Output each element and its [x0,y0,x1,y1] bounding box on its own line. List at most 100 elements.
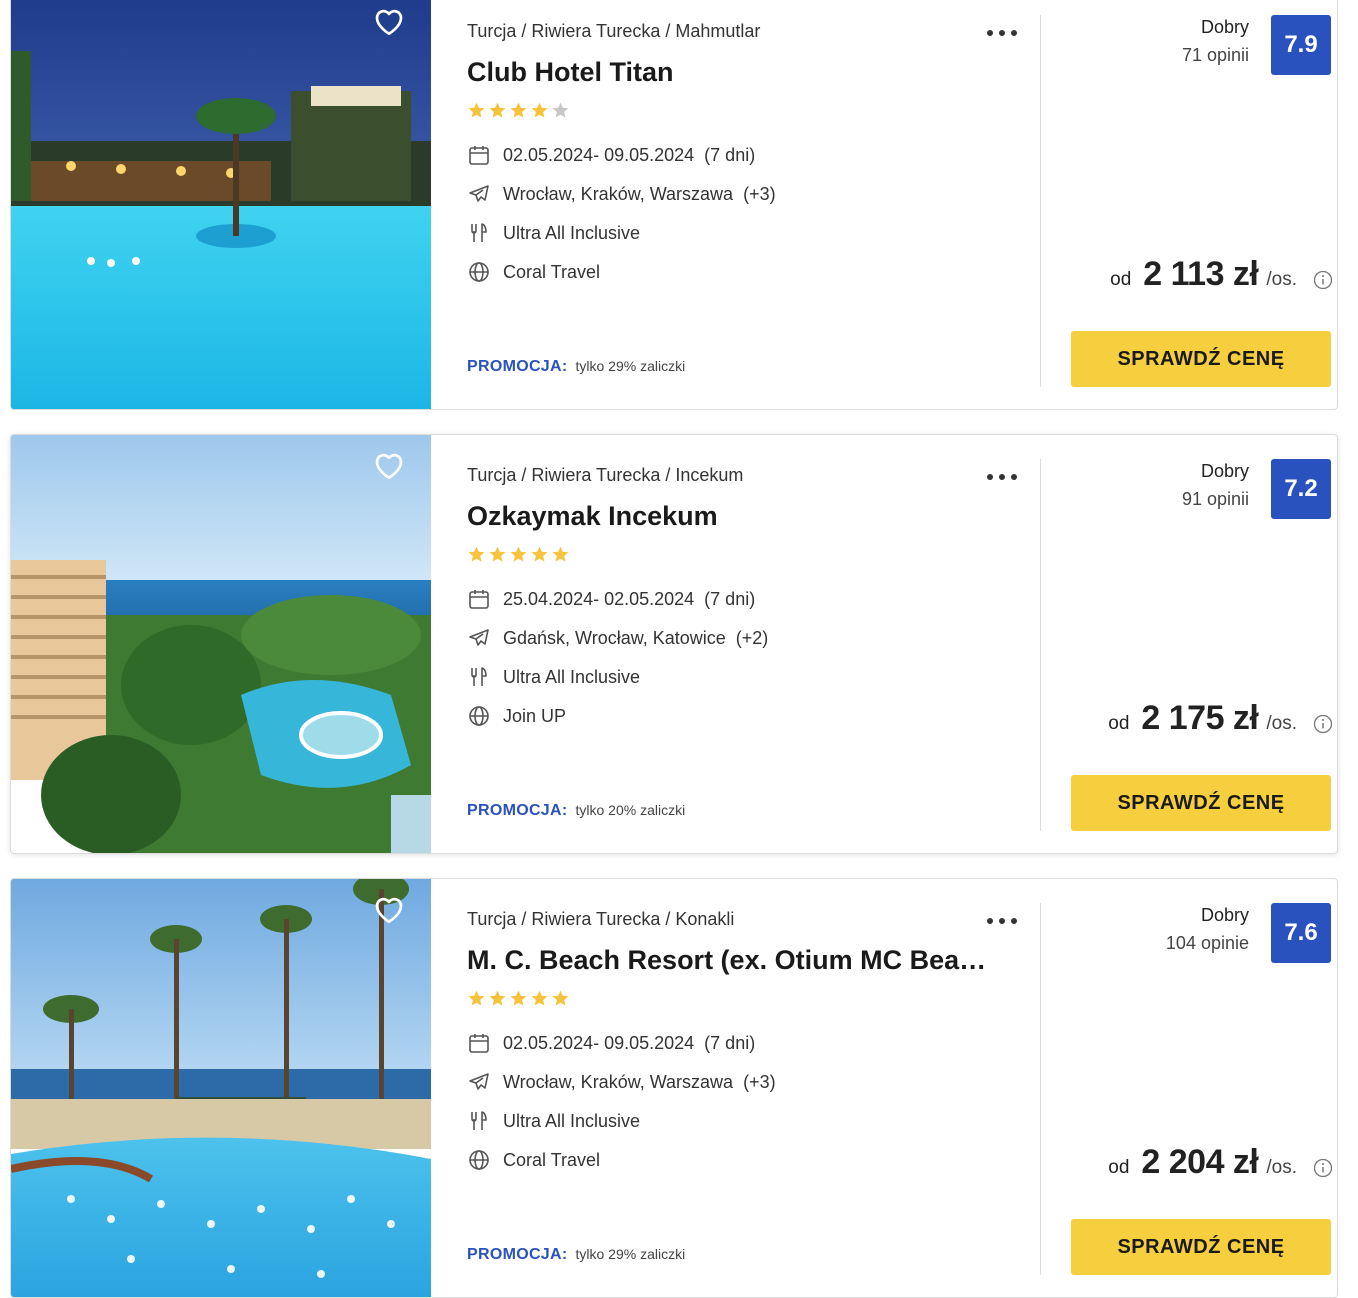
more-options-icon[interactable] [985,465,1019,489]
promo-label: PROMOCJA: [467,358,568,375]
globe-icon [469,262,489,282]
price-row: od 2 113 zł /os. [1110,255,1333,305]
offer-card: Turcja / Riwiera Turecka / Konakli M. C.… [10,878,1338,1298]
reviews-count[interactable]: 71 opinii [1182,45,1249,66]
heart-icon[interactable] [371,3,407,39]
price-panel: Dobry 104 opinie 7.6 od 2 204 zł /os. SP… [1051,889,1337,1297]
price-suffix: /os. [1266,269,1297,290]
star-icon [510,102,527,118]
star-icon [468,546,485,562]
operator-row: Coral Travel [467,259,600,285]
info-icon[interactable] [1313,1158,1333,1178]
board-row: Ultra All Inclusive [467,664,640,690]
hotel-photo[interactable] [11,435,431,853]
check-price-button[interactable]: SPRAWDŹ CENĘ [1071,1219,1331,1275]
plane-icon [469,629,489,646]
star-icon [552,990,569,1006]
hotel-stars [467,101,570,121]
offer-info: Turcja / Riwiera Turecka / Incekum Ozkay… [467,435,1047,853]
promo-text: tylko 20% zaliczki [575,802,686,818]
promo-label: PROMOCJA: [467,1246,568,1263]
departures-more[interactable]: (+3) [743,184,776,205]
info-icon[interactable] [1313,270,1333,290]
operator-text: Coral Travel [503,1149,601,1170]
heart-icon[interactable] [371,891,407,927]
rating-label: Dobry [1200,17,1249,37]
heart-icon[interactable] [371,447,407,483]
offer-info: Turcja / Riwiera Turecka / Mahmutlar Clu… [467,0,1047,409]
promo-row: PROMOCJA: tylko 20% zaliczki [467,802,685,820]
calendar-icon [469,1034,489,1053]
calendar-icon [469,146,489,165]
hotel-photo[interactable] [11,0,431,409]
hotel-photo[interactable] [11,879,431,1297]
price-suffix: /os. [1266,713,1297,734]
dates-text: 02.05.2024- 09.05.2024 [503,1032,695,1053]
promo-row: PROMOCJA: tylko 29% zaliczki [467,358,685,376]
departures-row: Wrocław, Kraków, Warszawa (+3) [467,1069,776,1095]
price-prefix: od [1110,269,1132,290]
star-icon [510,990,527,1006]
hotel-name[interactable]: Club Hotel Titan [467,57,987,88]
promo-row: PROMOCJA: tylko 29% zaliczki [467,1246,685,1264]
departures-more[interactable]: (+2) [736,628,769,649]
board-text: Ultra All Inclusive [503,222,641,243]
more-options-icon[interactable] [985,909,1019,933]
star-icon [531,990,548,1006]
hotel-name[interactable]: M. C. Beach Resort (ex. Otium MC Beach R… [467,945,987,976]
star-icon [531,546,548,562]
price-prefix: od [1108,713,1130,734]
departures-text: Wrocław, Kraków, Warszawa [503,1071,734,1092]
check-price-button[interactable]: SPRAWDŹ CENĘ [1071,331,1331,387]
promo-label: PROMOCJA: [467,802,568,819]
price-panel: Dobry 71 opinii 7.9 od 2 113 zł /os. SPR… [1051,1,1337,409]
rating-label: Dobry [1200,905,1249,925]
operator-row: Coral Travel [467,1147,600,1173]
star-icon [552,546,569,562]
check-price-button[interactable]: SPRAWDŹ CENĘ [1071,775,1331,831]
price-prefix: od [1108,1157,1130,1178]
star-icon [531,102,548,118]
star-icon [510,546,527,562]
star-icon [489,990,506,1006]
dates-text: 25.04.2024- 02.05.2024 [503,588,695,609]
location-breadcrumb[interactable]: Turcja / Riwiera Turecka / Konakli [467,909,734,930]
cutlery-icon [471,1111,487,1130]
dates-row: 02.05.2024- 09.05.2024 (7 dni) [467,1030,755,1056]
hotel-name[interactable]: Ozkaymak Incekum [467,501,987,532]
location-breadcrumb[interactable]: Turcja / Riwiera Turecka / Incekum [467,465,743,486]
divider [1040,459,1041,831]
board-row: Ultra All Inclusive [467,220,640,246]
dates-row: 02.05.2024- 09.05.2024 (7 dni) [467,142,755,168]
info-icon[interactable] [1313,714,1333,734]
hotel-stars [467,989,570,1009]
duration-text: (7 dni) [704,1032,756,1053]
globe-icon [469,706,489,726]
offer-card: Turcja / Riwiera Turecka / Mahmutlar Clu… [10,0,1338,410]
more-options-icon[interactable] [985,21,1019,45]
board-row: Ultra All Inclusive [467,1108,640,1134]
reviews-count[interactable]: 91 opinii [1182,489,1249,510]
star-icon [468,990,485,1006]
duration-text: (7 dni) [704,588,756,609]
hotel-stars [467,545,570,565]
plane-icon [469,1073,489,1090]
offer-info: Turcja / Riwiera Turecka / Konakli M. C.… [467,879,1047,1297]
globe-icon [469,1150,489,1170]
rating-score-badge: 7.6 [1271,903,1331,963]
reviews-count[interactable]: 104 opinie [1166,933,1249,954]
operator-text: Coral Travel [503,261,601,282]
board-text: Ultra All Inclusive [503,1110,641,1131]
star-icon [552,102,569,118]
star-icon [489,102,506,118]
price-row: od 2 204 zł /os. [1108,1143,1333,1193]
rating-score-badge: 7.2 [1271,459,1331,519]
offer-card: Turcja / Riwiera Turecka / Incekum Ozkay… [10,434,1338,854]
price-value: 2 175 zł [1141,699,1259,737]
operator-row: Join UP [467,703,566,729]
departures-row: Gdańsk, Wrocław, Katowice (+2) [467,625,768,651]
location-breadcrumb[interactable]: Turcja / Riwiera Turecka / Mahmutlar [467,21,760,42]
dates-text: 02.05.2024- 09.05.2024 [503,144,695,165]
star-icon [489,546,506,562]
departures-more[interactable]: (+3) [743,1072,776,1093]
